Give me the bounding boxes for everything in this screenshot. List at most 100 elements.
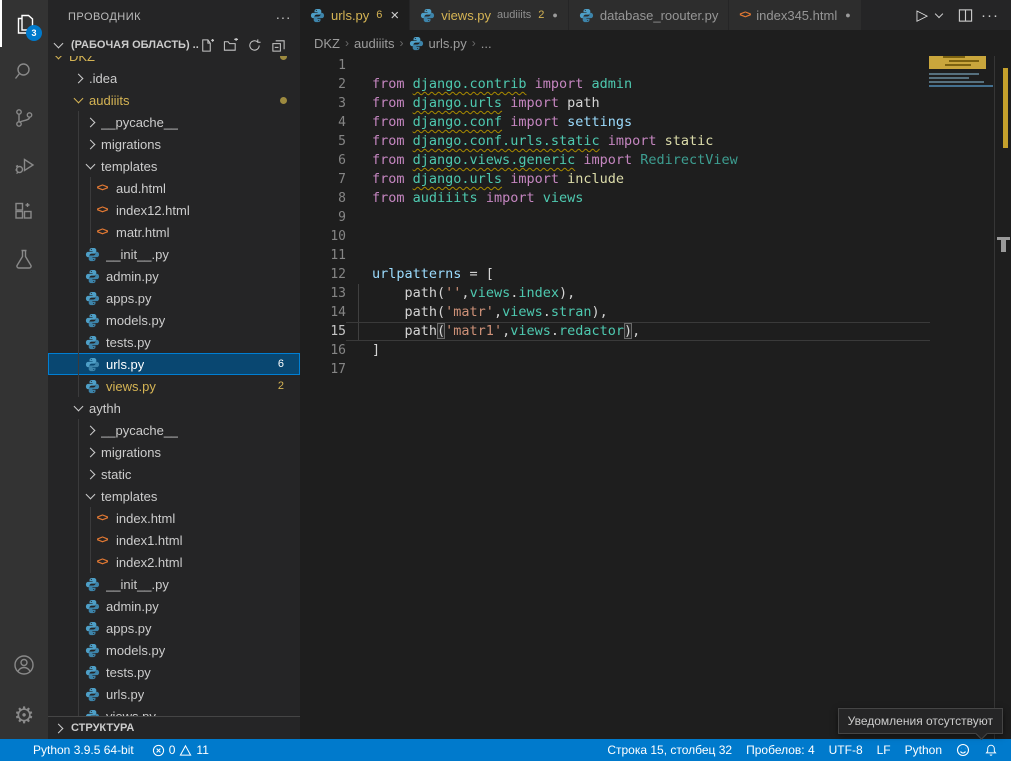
tree-item-matr-html[interactable]: <>matr.html [48,221,300,243]
code-line-8[interactable]: 8from audiiits import views [300,189,1011,208]
tree-item-index-html[interactable]: <>index.html [48,507,300,529]
tree-item-models-py[interactable]: models.py [48,639,300,661]
line-number[interactable]: 15 [300,322,346,341]
tab-urls-py[interactable]: urls.py6× [300,0,410,30]
line-number[interactable]: 5 [300,132,346,151]
problems-indicator[interactable]: 0 11 [145,739,216,761]
new-file-icon[interactable] [199,38,214,53]
account-icon[interactable] [0,641,48,688]
explorer-icon[interactable]: 3 [0,0,48,47]
code-line-15[interactable]: 15 path('matr1',views.redactor), [300,322,1011,341]
code-text[interactable]: from django.views.generic import Redirec… [346,151,930,170]
line-number[interactable]: 6 [300,151,346,170]
tree-item-index12-html[interactable]: <>index12.html [48,199,300,221]
line-number[interactable]: 14 [300,303,346,322]
run-dropdown-icon[interactable] [934,11,946,19]
dirty-dot-icon[interactable]: ● [845,10,850,20]
minimap[interactable] [929,56,993,87]
run-button[interactable]: ▷ [914,4,930,26]
code-line-3[interactable]: 3from django.urls import path [300,94,1011,113]
tree-item-migrations[interactable]: migrations [48,441,300,463]
bell-icon[interactable] [977,739,1005,761]
tree-item-views-py[interactable]: views.py [48,705,300,716]
python-interpreter[interactable]: Python 3.9.5 64-bit [26,739,141,761]
tree-item-urls-py[interactable]: urls.py6 [48,353,300,375]
code-text[interactable] [346,360,930,379]
tree-item-views-py[interactable]: views.py2 [48,375,300,397]
line-number[interactable]: 4 [300,113,346,132]
tree-item-templates[interactable]: templates [48,485,300,507]
line-number[interactable]: 8 [300,189,346,208]
encoding-setting[interactable]: UTF-8 [822,739,870,761]
dirty-dot-icon[interactable]: ● [552,10,557,20]
code-line-10[interactable]: 10 [300,227,1011,246]
code-line-5[interactable]: 5from django.conf.urls.static import sta… [300,132,1011,151]
indentation-setting[interactable]: Пробелов: 4 [739,739,822,761]
tree-item-models-py[interactable]: models.py [48,309,300,331]
search-icon[interactable] [0,47,48,94]
code-line-9[interactable]: 9 [300,208,1011,227]
tree-item-apps-py[interactable]: apps.py [48,617,300,639]
tree-item-apps-py[interactable]: apps.py [48,287,300,309]
tree-item-admin-py[interactable]: admin.py [48,265,300,287]
tree-item-aud-html[interactable]: <>aud.html [48,177,300,199]
settings-gear-icon[interactable]: ⚙ [0,692,48,739]
line-number[interactable]: 12 [300,265,346,284]
line-number[interactable]: 9 [300,208,346,227]
tab-database-roouter-py[interactable]: database_roouter.py [569,0,730,30]
breadcrumb-item-audiiits[interactable]: audiiits [354,36,394,51]
code-line-11[interactable]: 11 [300,246,1011,265]
code-text[interactable]: from django.urls import include [346,170,930,189]
language-mode[interactable]: Python [898,739,949,761]
code-line-14[interactable]: 14 path('matr',views.stran), [300,303,1011,322]
code-text[interactable]: from django.urls import path [346,94,930,113]
code-text[interactable]: urlpatterns = [ [346,265,930,284]
tree-item-index1-html[interactable]: <>index1.html [48,529,300,551]
tree-item-tests-py[interactable]: tests.py [48,331,300,353]
testing-icon[interactable] [0,235,48,282]
line-number[interactable]: 17 [300,360,346,379]
line-number[interactable]: 2 [300,75,346,94]
cursor-position[interactable]: Строка 15, столбец 32 [600,739,739,761]
tree-item-templates[interactable]: templates [48,155,300,177]
code-line-6[interactable]: 6from django.views.generic import Redire… [300,151,1011,170]
tree-item-admin-py[interactable]: admin.py [48,595,300,617]
tree-item-DKZ[interactable]: DKZ [48,56,300,67]
feedback-icon[interactable] [949,739,977,761]
line-number[interactable]: 3 [300,94,346,113]
code-text[interactable] [346,56,930,75]
source-control-icon[interactable] [0,94,48,141]
tree-item-aythh[interactable]: aythh [48,397,300,419]
tree-item-tests-py[interactable]: tests.py [48,661,300,683]
code-line-2[interactable]: 2from django.contrib import admin [300,75,1011,94]
code-text[interactable]: from django.contrib import admin [346,75,930,94]
code-text[interactable]: path('',views.index), [346,284,930,303]
explorer-more-actions-icon[interactable]: ··· [276,9,292,25]
tab-index345-html[interactable]: <>index345.html● [729,0,861,30]
tree-item-urls-py[interactable]: urls.py [48,683,300,705]
breadcrumb-item-urls-py[interactable]: urls.py [408,36,466,51]
line-number[interactable]: 16 [300,341,346,360]
code-text[interactable]: path('matr',views.stran), [346,303,930,322]
tree-item--init-py[interactable]: __init__.py [48,243,300,265]
code-line-4[interactable]: 4from django.conf import settings [300,113,1011,132]
scrollbar[interactable] [994,56,1011,739]
tree-item--idea[interactable]: .idea [48,67,300,89]
code-text[interactable]: from django.conf import settings [346,113,930,132]
tree-item-index2-html[interactable]: <>index2.html [48,551,300,573]
tree-item-static[interactable]: static [48,463,300,485]
split-editor-icon[interactable] [956,6,975,25]
collapse-all-icon[interactable] [271,38,286,53]
code-line-7[interactable]: 7from django.urls import include [300,170,1011,189]
code-line-16[interactable]: 16] [300,341,1011,360]
code-text[interactable] [346,208,930,227]
code-line-13[interactable]: 13 path('',views.index), [300,284,1011,303]
line-number[interactable]: 7 [300,170,346,189]
editor-more-actions-icon[interactable]: ··· [979,5,1001,26]
code-text[interactable]: ] [346,341,930,360]
line-number[interactable]: 10 [300,227,346,246]
new-folder-icon[interactable] [223,38,238,53]
eol-setting[interactable]: LF [870,739,898,761]
code-text[interactable]: from audiiits import views [346,189,930,208]
line-number[interactable]: 1 [300,56,346,75]
